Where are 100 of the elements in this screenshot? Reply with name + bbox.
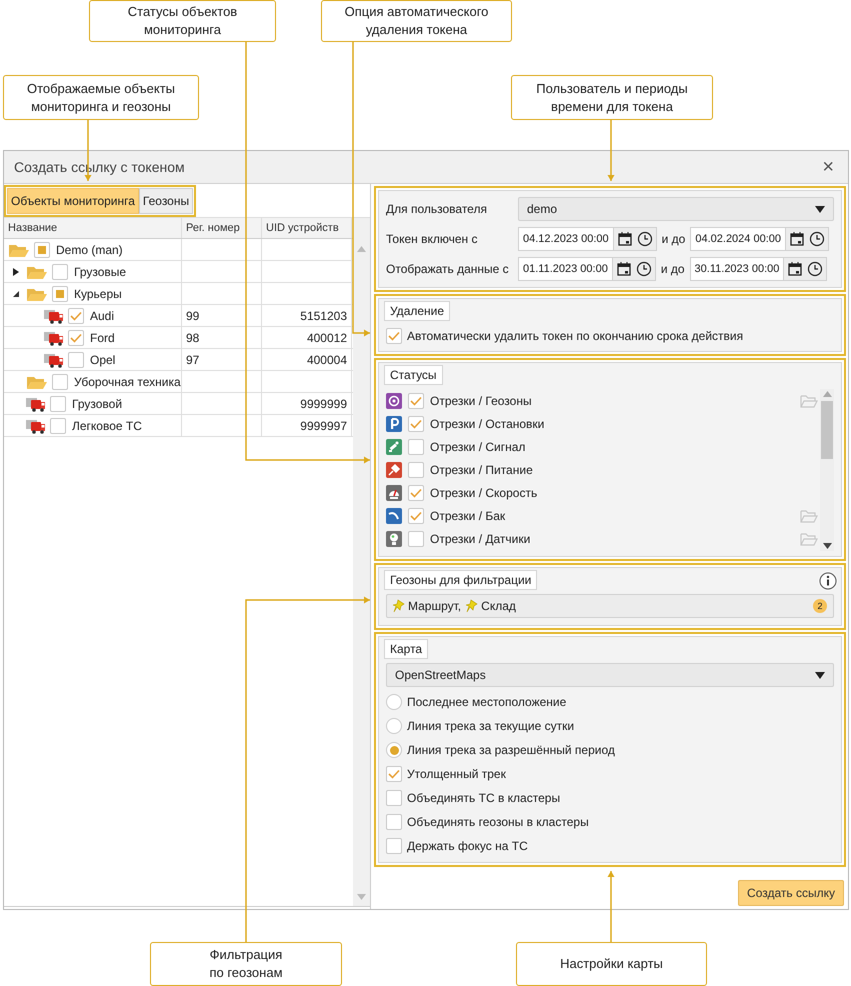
radio-button[interactable] [386, 694, 402, 710]
checkbox[interactable] [50, 396, 66, 412]
scroll-down-icon[interactable] [822, 543, 832, 549]
checkbox[interactable] [408, 438, 424, 454]
callout-box: Статусы объектов мониторинга [89, 0, 276, 42]
status-label: Отрезки / Остановки [430, 416, 546, 430]
column-header[interactable]: Название [4, 218, 182, 238]
leader-line [608, 120, 614, 181]
callout-box: Фильтрация по геозонам [150, 942, 342, 986]
leader-line [608, 871, 614, 942]
truck-icon [26, 396, 46, 412]
geozone-name: Склад [481, 599, 516, 613]
field-label: и до [660, 232, 686, 246]
geozone-selector[interactable]: Маршрут, Склад 2 [386, 594, 834, 618]
status-label: Отрезки / Бак [430, 508, 506, 522]
callout-box: Отображаемые объекты мониторинга и геозоны [3, 75, 199, 120]
folder-icon[interactable] [800, 508, 818, 522]
gauge-icon [386, 508, 402, 524]
option-label: Линия трека за текущие сутки [407, 719, 574, 733]
checkbox[interactable] [386, 790, 402, 806]
count-badge: 2 [813, 599, 827, 613]
checkbox[interactable] [50, 418, 66, 434]
scroll-up-icon[interactable] [822, 391, 832, 397]
option-label: Последнее местоположение [407, 695, 566, 709]
checkbox[interactable] [408, 416, 424, 432]
collapse-arrow-icon[interactable] [12, 290, 20, 298]
truck-icon [44, 352, 64, 368]
folder-icon[interactable] [800, 394, 818, 408]
checkbox[interactable] [386, 838, 402, 854]
callout-box: Настройки карты [516, 942, 707, 986]
option-label: Утолщенный трек [407, 767, 506, 781]
pushpin-icon [393, 599, 405, 613]
checkbox[interactable] [68, 308, 84, 324]
scroll-up-icon[interactable] [357, 246, 366, 252]
object-name: Opel [90, 352, 116, 366]
checkbox[interactable] [408, 484, 424, 500]
checkbox[interactable] [386, 766, 402, 782]
expand-arrow-icon[interactable] [12, 268, 20, 276]
checkbox[interactable] [386, 814, 402, 830]
field-label: Отображать данные с [386, 262, 510, 276]
object-name: Грузовой [72, 396, 122, 410]
zone-icon [386, 392, 402, 408]
status-label: Отрезки / Скорость [430, 486, 538, 500]
field-label: Токен включен с [386, 232, 478, 246]
object-name: Demo (man) [56, 242, 123, 256]
checkbox[interactable] [52, 374, 68, 390]
option-label: Объединять ТС в кластеры [407, 791, 560, 805]
checkbox[interactable] [52, 286, 68, 302]
object-name: Уборочная техника [74, 374, 181, 388]
close-button[interactable]: × [818, 156, 838, 178]
checkbox[interactable] [408, 462, 424, 478]
checkbox[interactable] [68, 352, 84, 368]
option-label: Держать фокус на ТС [407, 839, 528, 853]
reg-number: 99 [186, 308, 200, 322]
scrollbar[interactable] [820, 389, 834, 551]
checkbox[interactable] [386, 328, 402, 344]
status-label: Отрезки / Питание [430, 462, 534, 476]
scroll-thumb[interactable] [821, 401, 833, 459]
checkbox[interactable] [408, 530, 424, 546]
user-dropdown[interactable]: demo [518, 197, 834, 221]
create-link-button[interactable]: Создать ссылку [738, 880, 844, 906]
section-legend: Геозоны для фильтрации [384, 570, 538, 590]
radio-button[interactable] [386, 718, 402, 734]
status-label: Отрезки / Датчики [430, 532, 532, 546]
parking-icon [386, 416, 402, 432]
checkbox[interactable] [68, 330, 84, 346]
tab[interactable]: Объекты мониторинга [7, 188, 139, 214]
map-dropdown[interactable]: OpenStreetMaps [386, 663, 834, 687]
object-name: Легковое ТС [72, 418, 142, 432]
section-legend: Статусы [384, 365, 443, 385]
plug-icon [386, 462, 402, 478]
checkbox[interactable] [408, 392, 424, 408]
device-uid: 400004 [306, 352, 347, 366]
section-legend: Удаление [384, 301, 450, 321]
callout-box: Пользователь и периоды времени для токена [511, 75, 713, 120]
folder-icon[interactable] [800, 532, 818, 546]
column-header[interactable]: UID устройств [262, 218, 352, 238]
object-name: Audi [90, 308, 114, 322]
option-label: Линия трека за разрешённый период [407, 743, 615, 757]
device-uid: 5151203 [300, 308, 347, 322]
column-header[interactable]: Рег. номер [182, 218, 262, 238]
checkbox[interactable] [34, 242, 50, 258]
scrollbar[interactable] [353, 218, 370, 906]
info-icon[interactable] [819, 572, 837, 590]
lightbulb-icon [386, 530, 402, 546]
checkbox[interactable] [408, 508, 424, 524]
field-label: и до [660, 262, 686, 276]
tab[interactable]: Геозоны [138, 188, 194, 214]
checkbox[interactable] [52, 264, 68, 280]
device-uid: 400012 [306, 330, 347, 344]
checkbox-label: Автоматически удалить токен по окончанию срока действия [407, 328, 744, 342]
object-name: Курьеры [74, 286, 122, 300]
object-name: Грузовые [74, 264, 126, 278]
truck-icon [44, 330, 64, 346]
caret-icon [815, 672, 825, 678]
option-label: Объединять геозоны в кластеры [407, 815, 589, 829]
status-label: Отрезки / Сигнал [430, 440, 526, 454]
callout-box: Опция автоматического удаления токена [321, 0, 512, 42]
radio-button[interactable] [386, 742, 402, 758]
pushpin-icon [466, 599, 478, 613]
